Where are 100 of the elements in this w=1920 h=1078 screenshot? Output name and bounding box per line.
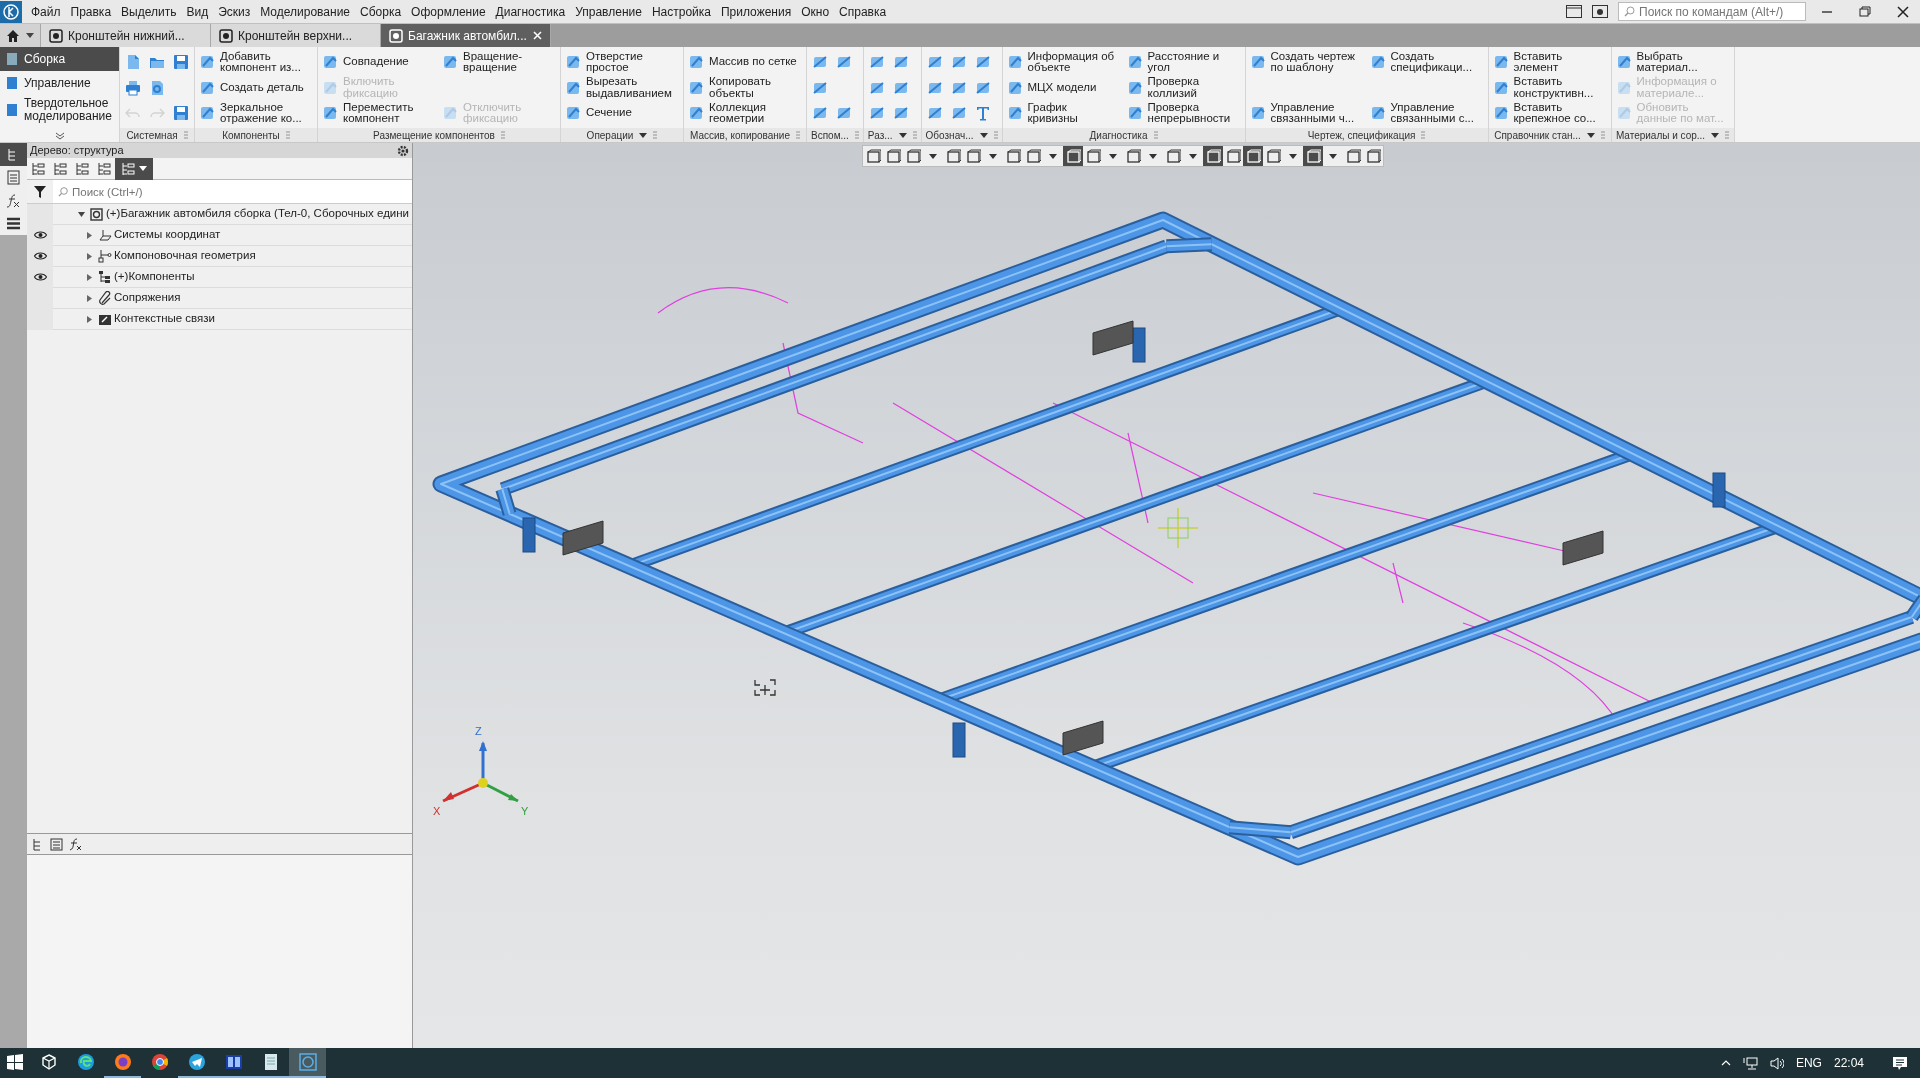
- expand-arrow-icon[interactable]: [86, 315, 93, 323]
- ribbon-command[interactable]: Информация об объекте: [1007, 50, 1120, 74]
- tool-icon[interactable]: [950, 105, 967, 121]
- menu-item[interactable]: Правка: [65, 2, 117, 21]
- tree-search-field[interactable]: Поиск (Ctrl+/): [53, 180, 412, 203]
- ribbon-command[interactable]: Создать деталь: [200, 75, 312, 100]
- eye-icon[interactable]: [33, 273, 47, 281]
- ribbon-command[interactable]: Коллекция геометрии: [689, 101, 801, 125]
- tree-item[interactable]: Сопряжения: [114, 289, 181, 307]
- menu-item[interactable]: Справка: [834, 2, 892, 21]
- preview-icon[interactable]: [149, 79, 165, 96]
- windows-start-icon[interactable]: [7, 1054, 23, 1070]
- ribbon-command[interactable]: Вставить крепежное со...: [1493, 101, 1606, 125]
- tree-item[interactable]: (+)Компоненты: [114, 268, 195, 286]
- caret-down-icon[interactable]: [1049, 153, 1057, 159]
- view-tool-icon[interactable]: [1265, 148, 1281, 164]
- tool-icon[interactable]: [836, 54, 852, 70]
- ribbon-command[interactable]: Управление связанными ч...: [1250, 101, 1363, 125]
- ribbon-command[interactable]: Вставить элемент: [1493, 50, 1606, 74]
- tool-icon[interactable]: [868, 79, 885, 96]
- caret-down-icon[interactable]: [1711, 132, 1720, 138]
- ribbon-command[interactable]: Переместить компонент: [323, 101, 435, 125]
- expand-arrow-icon[interactable]: [86, 231, 93, 239]
- view-tool-icon[interactable]: [1085, 148, 1101, 164]
- tool-icon[interactable]: [974, 79, 991, 96]
- ribbon-command[interactable]: Расстояние и угол: [1127, 50, 1240, 74]
- tool-icon[interactable]: [868, 105, 885, 121]
- view-tool-icon[interactable]: [965, 148, 981, 164]
- ribbon-command[interactable]: Создать чертеж по шаблону: [1250, 50, 1363, 74]
- ribbon-mode-item[interactable]: Управление: [0, 71, 119, 95]
- view-tool-icon[interactable]: [945, 148, 961, 164]
- caret-down-icon[interactable]: [26, 33, 34, 38]
- view-tool-icon[interactable]: [1305, 148, 1321, 164]
- ribbon-command[interactable]: Вырезать выдавливанием: [566, 75, 678, 100]
- ribbon-command[interactable]: Совпадение: [323, 50, 435, 74]
- tool-icon[interactable]: [892, 79, 909, 96]
- selection-frame-icon[interactable]: [97, 161, 111, 176]
- ribbon-command[interactable]: Управление связанными с...: [1370, 101, 1483, 125]
- gear-window-icon[interactable]: [1592, 5, 1608, 18]
- eye-icon[interactable]: [33, 231, 47, 239]
- tree-item[interactable]: Системы координат: [114, 226, 221, 244]
- restore-icon[interactable]: [1858, 4, 1872, 19]
- ribbon-command[interactable]: Вращение-вращение: [443, 50, 555, 74]
- ribbon-command[interactable]: Добавить компонент из...: [200, 50, 312, 74]
- menu-item[interactable]: Окно: [796, 2, 835, 21]
- view-tool-icon[interactable]: [865, 148, 881, 164]
- numbered-tree-icon[interactable]: [31, 161, 45, 176]
- checklist-icon[interactable]: [121, 161, 135, 176]
- tool-icon[interactable]: [812, 105, 828, 121]
- caret-down-icon[interactable]: [929, 153, 937, 159]
- function-icon[interactable]: [6, 193, 21, 208]
- menu-item[interactable]: Моделирование: [255, 2, 356, 21]
- ribbon-command[interactable]: МЦХ модели: [1007, 75, 1120, 100]
- document-icon[interactable]: [125, 54, 141, 70]
- function-icon[interactable]: [69, 837, 82, 851]
- tree-item[interactable]: (+)Багажник автомбиля сборка (Тел-0, Сборочных едини: [106, 205, 410, 223]
- collapse-chevron-icon[interactable]: [54, 132, 65, 140]
- ribbon-command[interactable]: Проверка коллизий: [1127, 75, 1240, 100]
- printer-icon[interactable]: [125, 79, 141, 96]
- tool-icon[interactable]: [812, 79, 828, 96]
- structure-tree-icon[interactable]: [53, 161, 67, 176]
- view-tool-icon[interactable]: [1245, 148, 1261, 164]
- tool-icon[interactable]: [892, 54, 909, 70]
- expand-arrow-icon[interactable]: [86, 252, 93, 260]
- ribbon-command[interactable]: Зеркальное отражение ко...: [200, 101, 312, 125]
- window-layout-icon[interactable]: [1566, 5, 1582, 18]
- filter-icon[interactable]: [34, 185, 46, 198]
- caret-down-icon[interactable]: [1289, 153, 1297, 159]
- speaker-icon[interactable]: [1769, 1056, 1784, 1070]
- caret-down-icon[interactable]: [1586, 132, 1595, 138]
- caret-down-icon[interactable]: [979, 132, 988, 138]
- chevron-up-icon[interactable]: [1720, 1060, 1731, 1066]
- view-tool-icon[interactable]: [885, 148, 901, 164]
- expand-arrow-icon[interactable]: [86, 273, 93, 281]
- view-tool-icon[interactable]: [905, 148, 921, 164]
- ribbon-command[interactable]: Выбрать материал...: [1616, 50, 1729, 74]
- eye-icon[interactable]: [33, 252, 47, 260]
- caret-down-icon[interactable]: [1109, 153, 1117, 159]
- menu-item[interactable]: Настройка: [646, 2, 716, 21]
- view-tool-icon[interactable]: [1065, 148, 1081, 164]
- command-search-field[interactable]: Поиск по командам (Alt+/): [1618, 2, 1806, 21]
- menu-item[interactable]: Управление: [570, 2, 647, 21]
- caret-down-icon[interactable]: [1329, 153, 1337, 159]
- document-tab[interactable]: Кронштейн верхни...: [211, 24, 381, 47]
- input-language[interactable]: ENG: [1795, 1054, 1822, 1072]
- tool-icon[interactable]: [926, 105, 943, 121]
- expand-arrow-icon[interactable]: [86, 294, 93, 302]
- ribbon-command[interactable]: Вставить конструктивн...: [1493, 75, 1606, 100]
- menu-item[interactable]: Приложения: [715, 2, 797, 21]
- ribbon-mode-item[interactable]: Сборка: [0, 47, 119, 71]
- settings-icon[interactable]: [397, 144, 409, 157]
- ribbon-command[interactable]: Сечение: [566, 101, 678, 125]
- home-icon[interactable]: [6, 29, 20, 42]
- tool-icon[interactable]: [974, 54, 991, 70]
- notification-icon[interactable]: [1892, 1055, 1908, 1071]
- ribbon-command[interactable]: Создать спецификаци...: [1370, 50, 1483, 74]
- caret-down-icon[interactable]: [1189, 153, 1197, 159]
- menu-item[interactable]: Выделить: [116, 2, 182, 21]
- tool-icon[interactable]: [868, 54, 885, 70]
- network-icon[interactable]: [1742, 1056, 1758, 1070]
